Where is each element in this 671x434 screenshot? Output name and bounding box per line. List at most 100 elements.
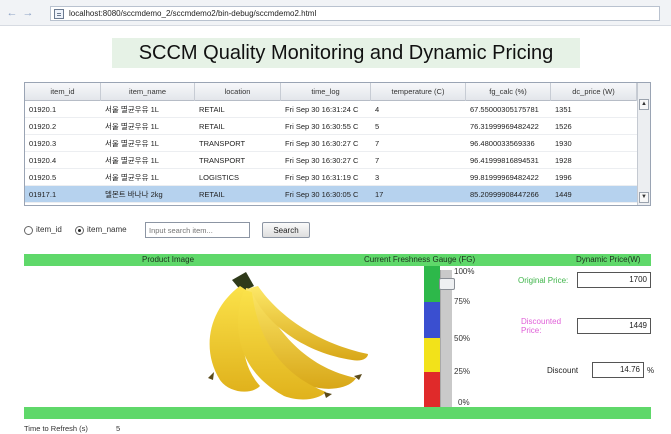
cell-fg-calc: 96.4800033569336 [470,139,535,148]
cell-item-id: 01920.1 [29,105,57,114]
cell-temperature: 7 [375,139,380,148]
banana-product-image [208,272,368,400]
cell-temperature: 4 [375,105,380,114]
column-header-item-name[interactable]: item_name [101,83,195,101]
cell-location: TRANSPORT [199,139,246,148]
discounted-price-label: Discounted [521,317,562,326]
forward-arrow-icon[interactable]: → [22,7,34,19]
original-price-field[interactable]: 1700 [577,272,651,288]
product-image-heading: Product Image [142,255,195,264]
cell-time-log: Fri Sep 30 16:30:55 C [285,122,359,131]
gauge-segment-red [424,372,440,407]
cell-fg-calc: 85.20999908447266 [470,190,539,199]
table-row[interactable]: 01920.2 서울 멸균우유 1L RETAIL Fri Sep 30 16:30:… [25,118,637,135]
cell-time-log: Fri Sep 30 16:30:27 C [285,139,359,148]
cell-item-name: 서울 멸균우유 1L [105,122,159,131]
gauge-segment-yellow [424,338,440,372]
cell-dc-price: 1996 [555,173,572,182]
cell-item-id: 01920.2 [29,122,57,131]
cell-item-name: 서울 멸균우유 1L [105,156,159,165]
search-input[interactable] [145,222,250,238]
table-row[interactable]: 01917.1 델몬트 바나나 2kg RETAIL Fri Sep 30 16:30… [25,186,637,203]
cell-fg-calc: 67.55000305175781 [470,105,539,114]
gauge-label-0: 0% [458,398,470,407]
cell-item-name: 서울 멸균우유 1L [105,139,159,148]
gauge-label-75: 75% [454,297,471,306]
discount-percent-field[interactable]: 14.76 [592,362,644,378]
cell-temperature: 3 [375,173,380,182]
discounted-price-label-line2: Price: [521,326,542,335]
table-row[interactable]: 01920.1 서울 멸균우유 1L RETAIL Fri Sep 30 16:31:… [25,101,637,118]
table-scrollbar[interactable]: ▲ ▼ [637,83,650,205]
address-url: localhost:8080/sccmdemo_2/sccmdemo2/bin-… [69,9,317,18]
gauge-segment-blue [424,302,440,338]
cell-item-id: 01920.3 [29,139,57,148]
cell-fg-calc: 76.31999969482422 [470,122,539,131]
column-header-location[interactable]: location [195,83,281,101]
cell-dc-price: 1351 [555,105,572,114]
item-name-radio[interactable] [75,226,84,235]
column-header-item-id[interactable]: item_id [25,83,101,101]
page-title: SCCM Quality Monitoring and Dynamic Pric… [112,38,580,68]
cell-location: RETAIL [199,105,225,114]
cell-temperature: 7 [375,156,380,165]
dynamic-price-heading: Dynamic Price(W) [576,255,641,264]
discount-label: Discount [547,366,579,375]
gauge-slider-track[interactable] [440,270,452,407]
cell-temperature: 17 [375,190,384,199]
search-button[interactable]: Search [262,222,310,238]
gauge-segment-green [424,266,440,302]
cell-dc-price: 1928 [555,156,572,165]
discounted-price-field[interactable]: 1449 [577,318,651,334]
column-header-fg-calc[interactable]: fg_calc (%) [466,83,551,101]
cell-location: LOGISTICS [199,173,240,182]
table-row[interactable]: 01920.3 서울 멸균우유 1L TRANSPORT Fri Sep 30 16:… [25,135,637,152]
cell-time-log: Fri Sep 30 16:30:27 C [285,156,359,165]
banana-tip [208,372,214,380]
column-header-temperature[interactable]: temperature (C) [371,83,466,101]
panel-header-bar: Product Image Current Freshness Gauge (F… [24,254,651,266]
cell-time-log: Fri Sep 30 16:31:19 C [285,173,359,182]
cell-item-name: 서울 멸균우유 1L [105,173,159,182]
gauge-label-100: 100% [454,267,475,276]
column-header-dc-price[interactable]: dc_price (W) [551,83,637,101]
banana-tip [324,392,332,398]
cell-dc-price: 1930 [555,139,572,148]
cell-item-id: 01917.1 [29,190,57,199]
cell-item-id: 01920.4 [29,156,57,165]
original-price-label: Original Price: [518,276,569,285]
item-id-radio-label: item_id [36,225,62,234]
address-bar[interactable]: localhost:8080/sccmdemo_2/sccmdemo2/bin-… [50,6,660,21]
item-id-radio[interactable] [24,226,33,235]
cell-item-name: 델몬트 바나나 2kg [105,190,163,199]
back-arrow-icon[interactable]: ← [6,7,18,19]
cell-time-log: Fri Sep 30 16:30:05 C [285,190,359,199]
freshness-gauge-heading: Current Freshness Gauge (FG) [364,255,476,264]
cell-time-log: Fri Sep 30 16:31:24 C [285,105,359,114]
cell-location: TRANSPORT [199,156,246,165]
cell-fg-calc: 99.81999969482422 [470,173,539,182]
freshness-gauge [424,266,440,407]
scroll-up-arrow-icon[interactable]: ▲ [639,99,649,110]
item-name-radio-label: item_name [87,225,127,234]
refresh-timer-label: Time to Refresh (s) [24,424,88,433]
cell-dc-price: 1526 [555,122,572,131]
scroll-down-arrow-icon[interactable]: ▼ [639,192,649,203]
table-row[interactable]: 01920.5 서울 멸균우유 1L LOGISTICS Fri Sep 30 16:… [25,169,637,186]
cell-fg-calc: 96.41999816894531 [470,156,539,165]
cell-location: RETAIL [199,190,225,199]
refresh-timer-value: 5 [116,424,121,433]
table-row[interactable]: 01920.4 서울 멸균우유 1L TRANSPORT Fri Sep 30 16:… [25,152,637,169]
gauge-label-50: 50% [454,334,471,343]
cell-item-id: 01920.5 [29,173,57,182]
table-header: item_id item_name location time_log temp… [25,83,637,101]
gauge-label-25: 25% [454,367,471,376]
page-icon [54,9,64,19]
panel-footer-bar [24,407,651,419]
cell-dc-price: 1449 [555,190,572,199]
cell-item-name: 서울 멸균우유 1L [105,105,159,114]
cell-location: RETAIL [199,122,225,131]
column-header-time-log[interactable]: time_log [281,83,371,101]
gauge-slider-thumb[interactable] [439,277,455,290]
percent-unit-label: % [647,366,655,375]
